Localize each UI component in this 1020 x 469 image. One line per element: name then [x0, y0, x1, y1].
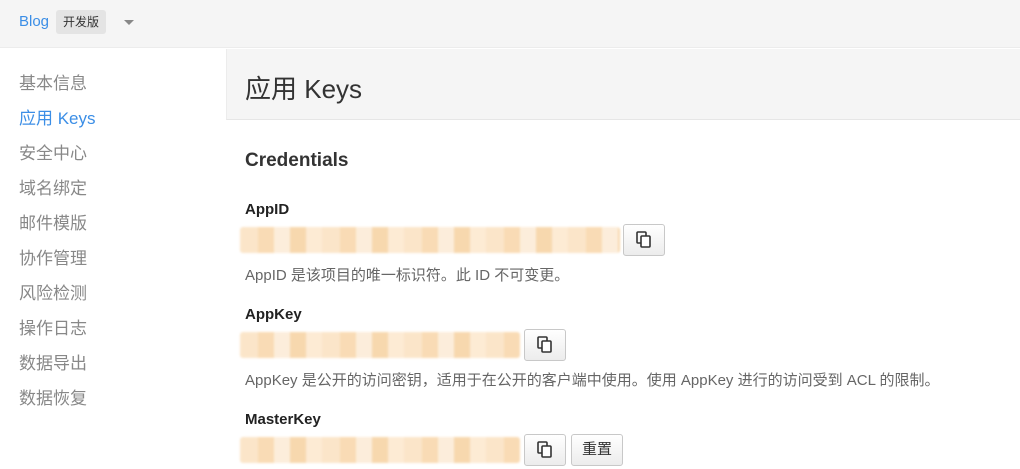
- sidebar: 基本信息 应用 Keys 安全中心 域名绑定 邮件模版 协作管理 风险检测 操作…: [0, 49, 226, 469]
- main-content: 应用 Keys Credentials AppID AppID 是该项目的唯一标…: [226, 49, 1020, 469]
- sidebar-item-risk-detection[interactable]: 风险检测: [0, 276, 226, 311]
- page-header: 应用 Keys: [226, 49, 1020, 120]
- copy-icon: [537, 441, 552, 458]
- appkey-value-masked: [240, 332, 520, 358]
- reset-masterkey-button[interactable]: 重置: [571, 434, 624, 466]
- section-title: Credentials: [245, 150, 349, 171]
- copy-appkey-button[interactable]: [524, 329, 566, 361]
- sidebar-item-operation-log[interactable]: 操作日志: [0, 311, 226, 346]
- sidebar-item-domain[interactable]: 域名绑定: [0, 171, 226, 206]
- sidebar-item-basic-info[interactable]: 基本信息: [0, 66, 226, 101]
- app-name-link[interactable]: Blog: [19, 13, 49, 30]
- sidebar-item-data-restore[interactable]: 数据恢复: [0, 381, 226, 416]
- appkey-help: AppKey 是公开的访问密钥，适用于在公开的客户端中使用。使用 AppKey …: [245, 372, 940, 389]
- env-badge[interactable]: 开发版: [56, 10, 107, 34]
- appid-help: AppID 是该项目的唯一标识符。此 ID 不可变更。: [245, 267, 570, 284]
- copy-masterkey-button[interactable]: [524, 434, 566, 466]
- sidebar-item-app-keys[interactable]: 应用 Keys: [0, 101, 226, 136]
- sidebar-item-email-templates[interactable]: 邮件模版: [0, 206, 226, 241]
- sidebar-item-security[interactable]: 安全中心: [0, 136, 226, 171]
- copy-icon: [537, 336, 552, 353]
- masterkey-label: MasterKey: [245, 411, 321, 428]
- top-bar: Blog 开发版: [0, 0, 1020, 48]
- copy-appid-button[interactable]: [623, 224, 665, 256]
- appkey-label: AppKey: [245, 306, 302, 323]
- sidebar-item-collaboration[interactable]: 协作管理: [0, 241, 226, 276]
- chevron-down-icon[interactable]: [124, 20, 134, 25]
- copy-icon: [636, 231, 651, 248]
- appid-value-masked: [240, 227, 620, 253]
- masterkey-value-masked: [240, 437, 520, 463]
- appid-label: AppID: [245, 201, 290, 218]
- sidebar-item-data-export[interactable]: 数据导出: [0, 346, 226, 381]
- page-title: 应用 Keys: [245, 74, 363, 104]
